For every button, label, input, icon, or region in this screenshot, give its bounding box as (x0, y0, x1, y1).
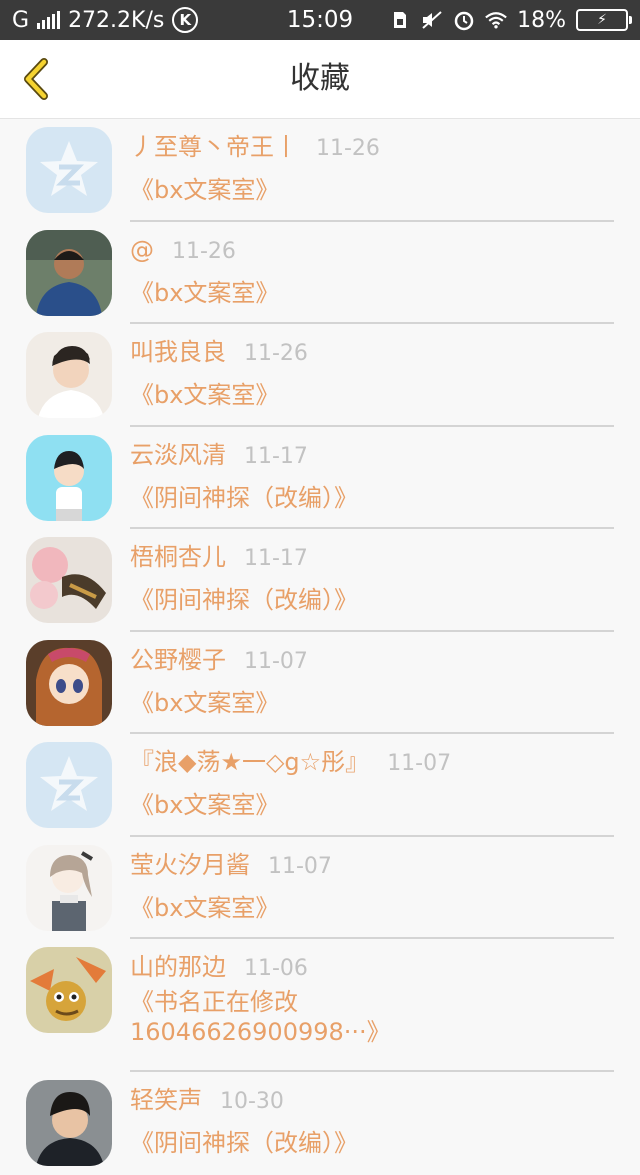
list-item[interactable]: 公野樱子 11-07 《bx文案室》 (0, 632, 640, 734)
user-name: 梧桐杏儿 (130, 543, 226, 571)
qq-default-avatar[interactable] (26, 742, 112, 828)
photo-avatar[interactable] (26, 537, 112, 623)
user-name: 叫我良良 (130, 338, 226, 366)
favorite-date: 11-26 (244, 341, 308, 366)
battery-icon: ⚡ (576, 9, 632, 31)
list-item[interactable]: 莹火汐月酱 11-07 《bx文案室》 (0, 837, 640, 939)
nav-header: 收藏 (0, 40, 640, 119)
wifi-icon (485, 9, 507, 31)
mute-icon (421, 9, 443, 31)
cartoon-avatar[interactable] (26, 947, 112, 1033)
favorite-date: 11-26 (316, 136, 380, 161)
favorite-date: 10-30 (220, 1089, 284, 1114)
favorite-date: 11-17 (244, 546, 308, 571)
user-name: 云淡风清 (130, 440, 226, 469)
favorites-list: 丿至尊丶帝王丨 11-26 《bx文案室》 @11-26 《bx文案室》 叫我良良… (0, 119, 640, 1175)
anime-avatar[interactable] (26, 639, 112, 726)
favorite-date: 11-07 (268, 853, 332, 879)
list-item[interactable]: 叫我良良 11-26 《bx文案室》 (0, 324, 640, 427)
user-name: 莹火汐月酱 (130, 850, 250, 879)
user-name: @ (130, 235, 154, 264)
status-right: 18% ⚡ (389, 0, 632, 40)
book-title[interactable]: 《阴间神探（改编）》 (130, 585, 610, 615)
favorite-date: 11-07 (387, 751, 452, 776)
battery-percent: 18% (517, 7, 566, 33)
book-title[interactable]: 《bx文案室》 (130, 380, 610, 410)
list-item[interactable]: 轻笑声 10-30 《阴间神探（改编）》 (0, 1072, 640, 1175)
list-item[interactable]: 丿至尊丶帝王丨 11-26 《bx文案室》 (0, 119, 640, 222)
page-title: 收藏 (290, 61, 350, 96)
qq-default-avatar[interactable] (26, 127, 112, 213)
user-name: 『浪◆荡★一◇g☆彤』 (130, 748, 370, 776)
favorite-date: 11-26 (172, 238, 236, 264)
favorite-date: 11-06 (244, 956, 308, 981)
list-item[interactable]: 山的那边 11-06 《书名正在修改16046626900998···》 (0, 939, 640, 1072)
book-title[interactable]: 《bx文案室》 (130, 893, 610, 923)
favorite-date: 11-17 (244, 443, 308, 469)
book-title[interactable]: 《阴间神探（改编）》 (130, 483, 610, 513)
drawing-avatar[interactable] (26, 844, 112, 931)
book-title[interactable]: 《bx文案室》 (130, 688, 610, 718)
user-name: 轻笑声 (130, 1086, 202, 1114)
list-item[interactable]: @11-26 《bx文案室》 (0, 222, 640, 324)
sim-icon (389, 9, 411, 31)
alarm-icon (453, 9, 475, 31)
book-title[interactable]: 《阴间神探（改编）》 (130, 1128, 610, 1158)
list-item[interactable]: 梧桐杏儿 11-17 《阴间神探（改编）》 (0, 529, 640, 632)
list-item[interactable]: 『浪◆荡★一◇g☆彤』 11-07 《bx文案室》 (0, 734, 640, 837)
book-title[interactable]: 《bx文案室》 (130, 175, 610, 205)
status-bar: G 272.2K/s K 15:09 18% ⚡ (0, 0, 640, 40)
list-item[interactable]: 云淡风清 11-17 《阴间神探（改编）》 (0, 427, 640, 529)
cartoon-avatar[interactable] (26, 434, 112, 521)
photo-avatar[interactable] (26, 332, 112, 418)
user-name: 山的那边 (130, 953, 226, 981)
book-title[interactable]: 《bx文案室》 (130, 278, 610, 308)
user-name: 丿至尊丶帝王丨 (130, 133, 298, 161)
photo-avatar[interactable] (26, 229, 112, 316)
user-name: 公野樱子 (130, 645, 226, 674)
book-title[interactable]: 《bx文案室》 (130, 790, 610, 820)
book-title[interactable]: 《书名正在修改16046626900998···》 (130, 987, 430, 1047)
photo-avatar[interactable] (26, 1080, 112, 1166)
favorite-date: 11-07 (244, 648, 308, 674)
